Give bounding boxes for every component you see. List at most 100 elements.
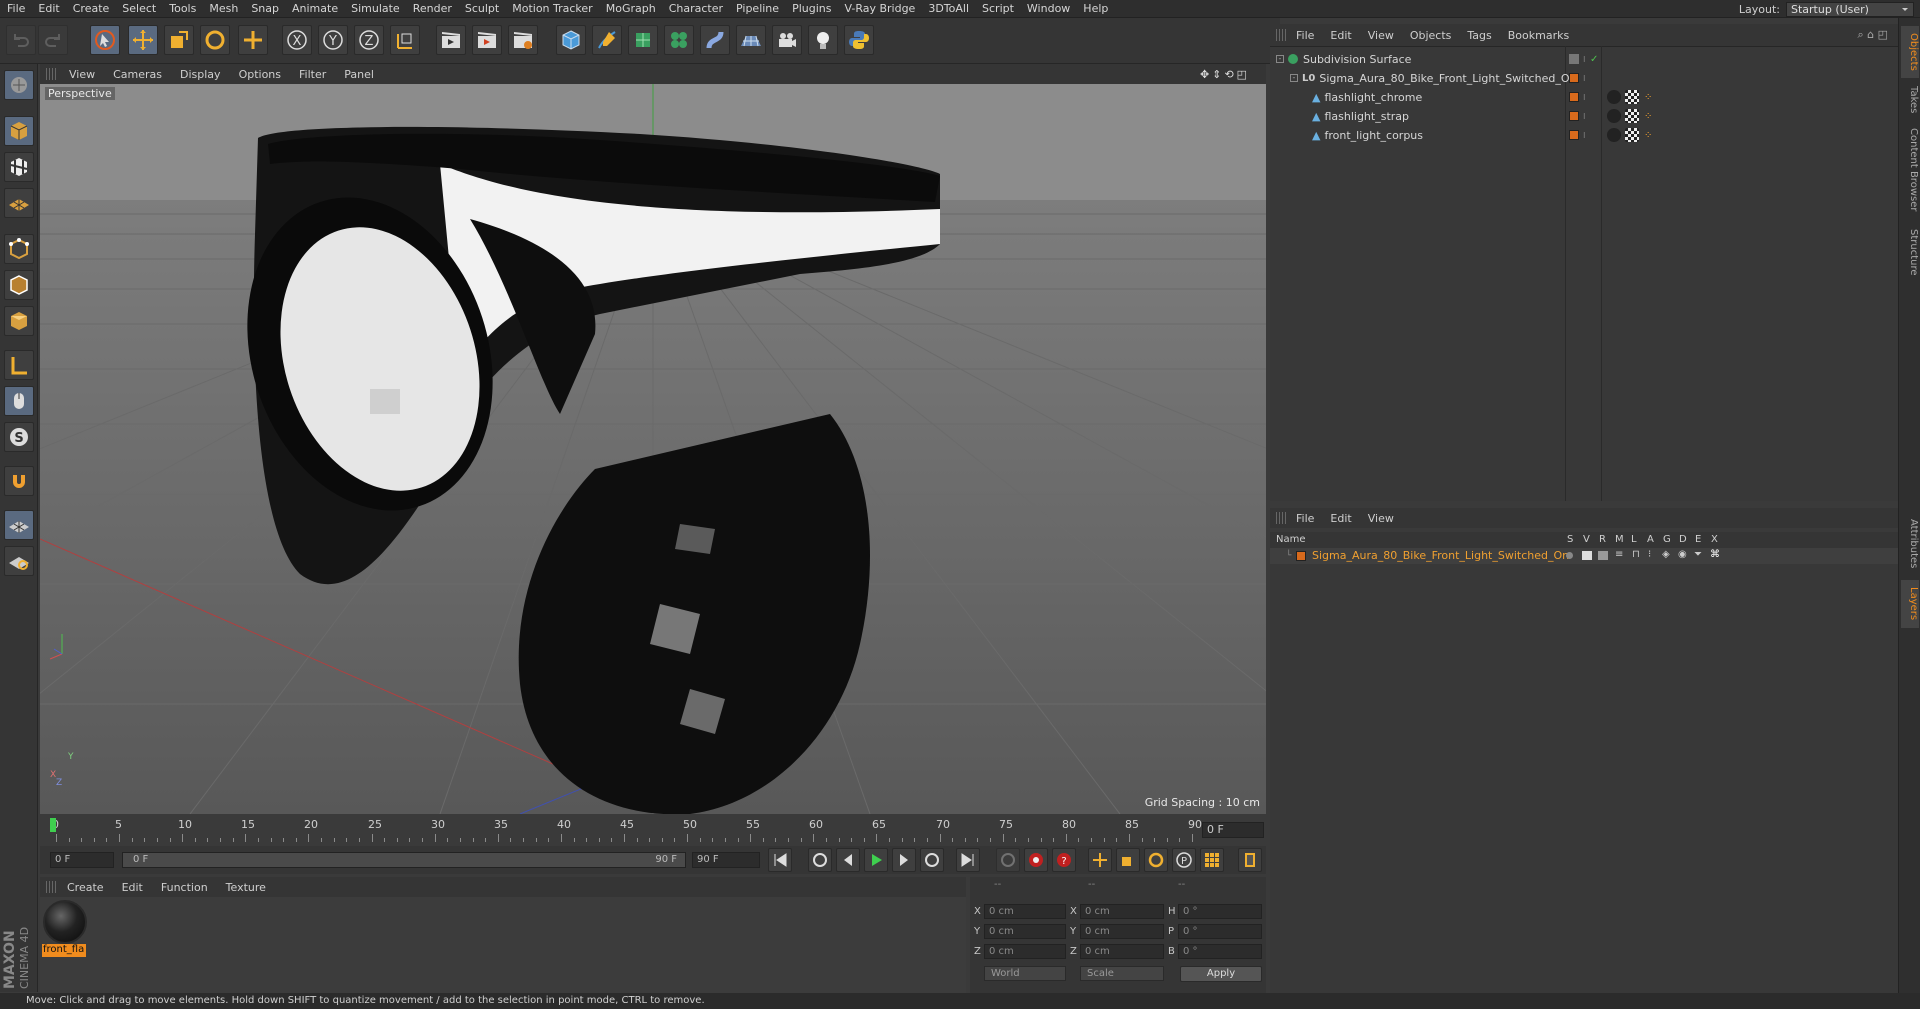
material-tag-icon[interactable] — [1607, 90, 1621, 104]
menu-3dtoall[interactable]: 3DToAll — [921, 0, 975, 18]
objects-menu-objects[interactable]: Objects — [1402, 29, 1460, 42]
pos-z-field[interactable]: 0 cm — [984, 944, 1066, 959]
snap-button[interactable] — [4, 466, 34, 496]
viewport-menu-filter[interactable]: Filter — [290, 68, 335, 81]
current-frame-field[interactable]: 0 F — [1202, 822, 1264, 838]
dolly-view-icon[interactable]: ⇕ — [1212, 68, 1221, 81]
maximize-view-icon[interactable]: ◰ — [1237, 68, 1247, 81]
add-mograph-cloner-button[interactable] — [664, 25, 694, 55]
python-script-button[interactable] — [844, 25, 874, 55]
lock-workplane-button[interactable] — [4, 510, 34, 540]
layer-color-swatch[interactable] — [1569, 130, 1579, 140]
pos-x-field[interactable]: 0 cm — [984, 904, 1066, 919]
col-animation[interactable]: A — [1647, 532, 1654, 548]
panel-grip[interactable] — [46, 68, 56, 80]
next-key-button[interactable] — [920, 848, 944, 872]
texture-tag-icon[interactable] — [1625, 109, 1639, 123]
enable-axis-button[interactable] — [4, 350, 34, 380]
previous-key-button[interactable] — [808, 848, 832, 872]
texture-tag-icon[interactable] — [1625, 128, 1639, 142]
layers-menu-view[interactable]: View — [1360, 512, 1402, 525]
record-keys-button[interactable] — [996, 848, 1020, 872]
edges-mode-button[interactable] — [4, 270, 34, 300]
object-name[interactable]: flashlight_chrome — [1324, 91, 1422, 104]
viewport-menu-cameras[interactable]: Cameras — [104, 68, 171, 81]
view-eye-icon[interactable] — [1582, 551, 1592, 560]
menu-character[interactable]: Character — [662, 0, 729, 18]
live-selection-button[interactable] — [90, 25, 120, 55]
object-row-flashlight-strap[interactable]: ▲ flashlight_strap ⁝ ⁘ — [1270, 107, 1898, 125]
tab-objects[interactable]: Objects — [1901, 26, 1919, 78]
tab-structure[interactable]: Structure — [1901, 222, 1919, 282]
pan-view-icon[interactable]: ✥ — [1200, 68, 1209, 81]
visibility-dots[interactable]: ⁝ — [1583, 55, 1586, 64]
col-xref[interactable]: X — [1711, 532, 1718, 548]
workplane-mode-button[interactable] — [4, 188, 34, 218]
object-row-flashlight-chrome[interactable]: ▲ flashlight_chrome ⁝ ⁘ — [1270, 88, 1898, 106]
menu-plugins[interactable]: Plugins — [785, 0, 837, 18]
key-scale-button[interactable] — [1116, 848, 1140, 872]
polygons-mode-button[interactable] — [4, 306, 34, 336]
record-active-button[interactable] — [1024, 848, 1048, 872]
texture-mode-button[interactable] — [4, 152, 34, 182]
layers-menu-file[interactable]: File — [1288, 512, 1322, 525]
layer-color-swatch[interactable] — [1569, 92, 1579, 102]
object-row-sigma-null[interactable]: - L0 Sigma_Aura_80_Bike_Front_Light_Swit… — [1270, 69, 1898, 87]
render-icon[interactable] — [1598, 551, 1608, 560]
render-picture-viewer-button[interactable] — [472, 25, 502, 55]
object-name[interactable]: flashlight_strap — [1324, 110, 1409, 123]
viewport-menu-view[interactable]: View — [60, 68, 104, 81]
autokey-button[interactable]: ? — [1052, 848, 1076, 872]
expression-icon[interactable]: ⏷ — [1694, 549, 1702, 560]
menu-mesh[interactable]: Mesh — [202, 0, 244, 18]
visibility-dots[interactable]: ⁝ — [1583, 93, 1586, 102]
menu-animate[interactable]: Animate — [285, 0, 344, 18]
play-button[interactable] — [864, 848, 888, 872]
menu-simulate[interactable]: Simulate — [344, 0, 406, 18]
objects-menu-view[interactable]: View — [1360, 29, 1402, 42]
deformer-icon[interactable]: ◉ — [1678, 549, 1687, 560]
perspective-viewport[interactable] — [40, 84, 1266, 814]
material-list[interactable] — [40, 897, 966, 993]
layers-menu-edit[interactable]: Edit — [1322, 512, 1359, 525]
menu-pipeline[interactable]: Pipeline — [729, 0, 785, 18]
rotate-tool-button[interactable] — [200, 25, 230, 55]
col-render[interactable]: R — [1599, 532, 1606, 548]
go-to-end-button[interactable] — [956, 848, 980, 872]
menu-tools[interactable]: Tools — [162, 0, 202, 18]
add-spline-pen-button[interactable] — [592, 25, 622, 55]
material-menu-function[interactable]: Function — [152, 881, 217, 894]
viewport-menu-panel[interactable]: Panel — [335, 68, 383, 81]
key-pla-button[interactable] — [1200, 848, 1224, 872]
layer-color-swatch[interactable] — [1569, 111, 1579, 121]
objects-search-icon[interactable]: ⌕ ⌂ ◰ — [1857, 28, 1888, 42]
menu-file[interactable]: File — [0, 0, 31, 18]
generator-icon[interactable]: ◈ — [1662, 549, 1670, 560]
end-frame-field[interactable]: 90 F — [692, 852, 760, 868]
col-manager[interactable]: M — [1615, 532, 1624, 548]
lock-icon[interactable]: ⊓ — [1632, 549, 1640, 560]
material-menu-create[interactable]: Create — [58, 881, 113, 894]
redo-button[interactable] — [38, 25, 68, 55]
move-tool-button[interactable] — [128, 25, 158, 55]
key-parameter-button[interactable]: P — [1172, 848, 1196, 872]
tweak-mode-button[interactable] — [4, 386, 34, 416]
menu-sculpt[interactable]: Sculpt — [458, 0, 505, 18]
make-editable-button[interactable] — [4, 70, 34, 100]
col-locked[interactable]: L — [1631, 532, 1637, 548]
previous-frame-button[interactable] — [836, 848, 860, 872]
undo-button[interactable] — [6, 25, 36, 55]
menu-select[interactable]: Select — [115, 0, 162, 18]
panel-grip[interactable] — [46, 881, 56, 893]
menu-script[interactable]: Script — [975, 0, 1020, 18]
add-subdivision-button[interactable] — [628, 25, 658, 55]
visibility-dots[interactable]: ⁝ — [1583, 112, 1586, 121]
menu-snap[interactable]: Snap — [244, 0, 285, 18]
collapse-toggle[interactable]: - — [1276, 55, 1284, 63]
add-deformer-button[interactable] — [700, 25, 730, 55]
col-view[interactable]: V — [1583, 532, 1590, 548]
size-z-field[interactable]: 0 cm — [1080, 944, 1164, 959]
frame-range-slider[interactable]: 0 F 90 F — [122, 852, 686, 868]
viewport-menu-display[interactable]: Display — [171, 68, 230, 81]
tab-content-browser[interactable]: Content Browser — [1901, 122, 1919, 218]
